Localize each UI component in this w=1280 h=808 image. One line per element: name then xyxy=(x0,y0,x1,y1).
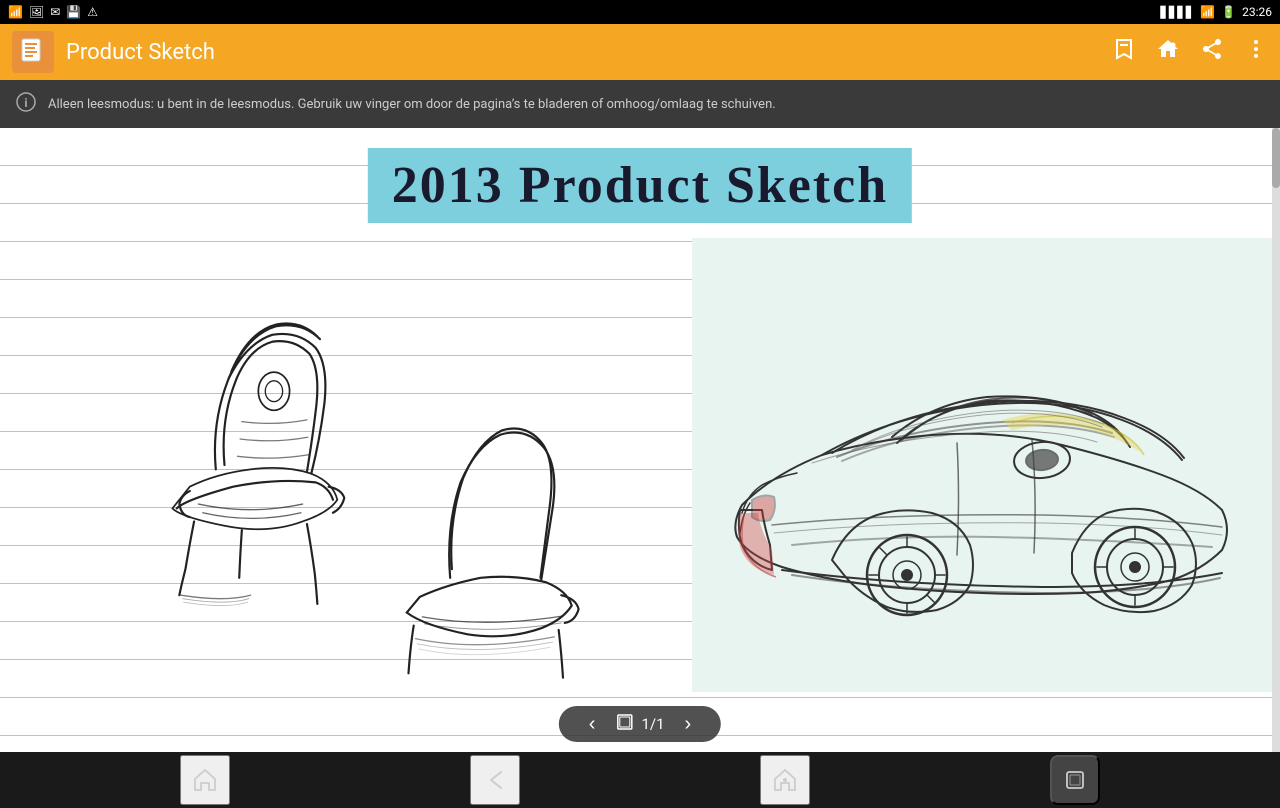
page-title: 2013 Product Sketch xyxy=(392,157,888,214)
sketches-area xyxy=(0,238,1272,692)
time-display: 23:26 xyxy=(1242,5,1272,19)
status-bar: 📶 🖼 ✉ 💾 ⚠ ▋▋▋▋ 📶 🔋 23:26 xyxy=(0,0,1280,24)
left-sketch xyxy=(0,238,692,692)
drive-icon: 💾 xyxy=(66,5,81,19)
info-icon: i xyxy=(16,92,36,117)
battery-icon: 🔋 xyxy=(1221,5,1236,19)
gallery-icon: 🖼 xyxy=(29,5,44,19)
toolbar-title: Product Sketch xyxy=(66,40,1100,65)
title-section: 2013 Product Sketch xyxy=(368,148,912,223)
page-icon xyxy=(615,713,633,735)
status-right: ▋▋▋▋ 📶 🔋 23:26 xyxy=(1160,5,1272,19)
right-sketch xyxy=(692,238,1272,692)
scroll-bar[interactable] xyxy=(1272,128,1280,752)
home-share-icon[interactable] xyxy=(1156,37,1180,67)
page-info: 1/1 xyxy=(605,713,674,735)
page-navigator[interactable]: ‹ 1/1 › xyxy=(559,706,721,742)
warning-icon: ⚠ xyxy=(87,5,98,19)
car-sketch-svg xyxy=(692,238,1272,692)
signal-strength-icon: ▋▋▋▋ xyxy=(1160,6,1194,19)
info-bar: i Alleen leesmodus: u bent in de leesmod… xyxy=(0,80,1280,128)
signal-icon: 📶 xyxy=(8,5,23,19)
more-options-icon[interactable] xyxy=(1244,37,1268,67)
chair-sketch-svg xyxy=(10,248,682,682)
back-button[interactable] xyxy=(470,755,520,805)
notebook-area: 2013 Product Sketch xyxy=(0,128,1280,752)
doc-icon xyxy=(18,37,48,67)
title-highlight: 2013 Product Sketch xyxy=(368,148,912,223)
svg-text:i: i xyxy=(24,96,27,110)
prev-page-button[interactable]: ‹ xyxy=(579,712,606,736)
page-number: 1/1 xyxy=(641,715,664,733)
toolbar-actions xyxy=(1112,37,1268,67)
status-left: 📶 🖼 ✉ 💾 ⚠ xyxy=(8,5,98,19)
recents-button[interactable] xyxy=(1050,755,1100,805)
home-outline-button[interactable] xyxy=(180,755,230,805)
wifi-icon: 📶 xyxy=(1200,5,1215,19)
readonly-message: Alleen leesmodus: u bent in de leesmodus… xyxy=(48,97,776,112)
mail-icon: ✉ xyxy=(50,5,60,19)
scroll-thumb[interactable] xyxy=(1272,128,1280,188)
main-content: 2013 Product Sketch xyxy=(0,128,1280,752)
app-icon[interactable] xyxy=(12,31,54,73)
share-icon[interactable] xyxy=(1200,37,1224,67)
app-toolbar: Product Sketch xyxy=(0,24,1280,80)
bookmark-icon[interactable] xyxy=(1112,37,1136,67)
home-button[interactable] xyxy=(760,755,810,805)
next-page-button[interactable]: › xyxy=(675,712,702,736)
